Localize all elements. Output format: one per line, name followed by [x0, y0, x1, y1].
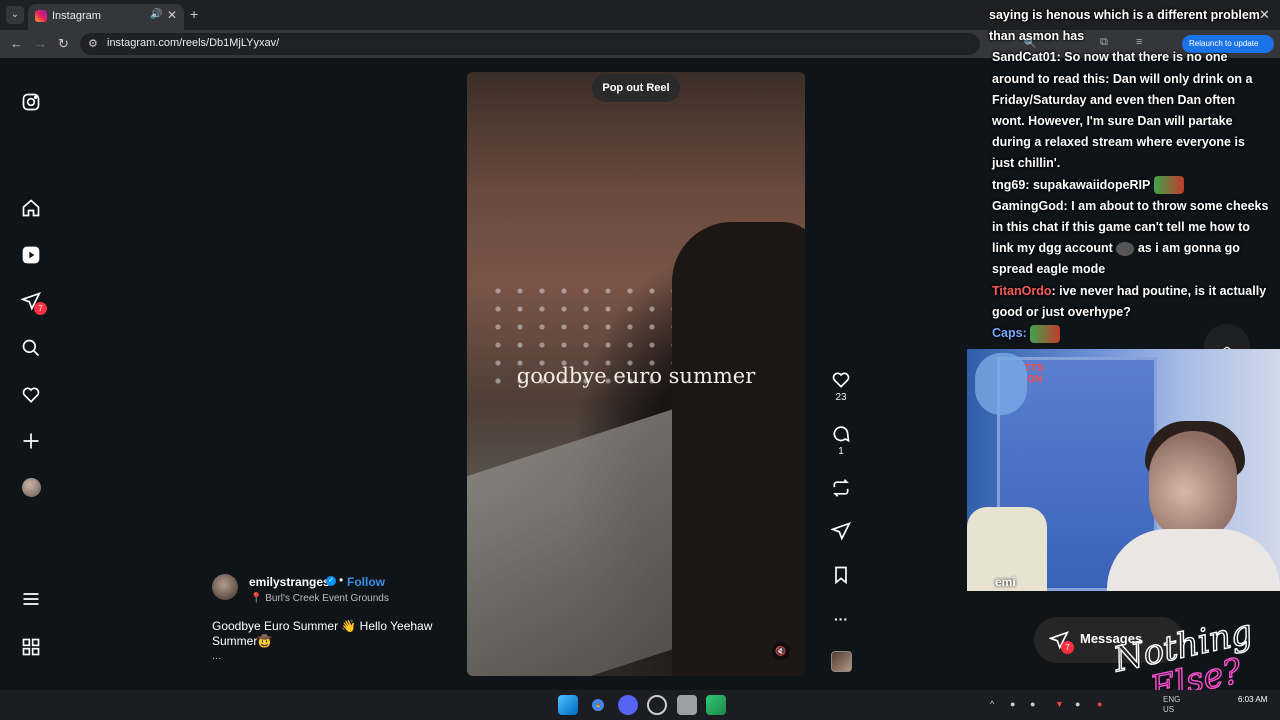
webcam-overlay: TTS ON emi: [967, 349, 1280, 591]
like-count: 23: [835, 392, 847, 403]
stream-logo-overlay: Nothing Else?: [1109, 620, 1257, 700]
repost-button[interactable]: [830, 478, 852, 498]
speaker-icon[interactable]: 🔊: [150, 9, 162, 20]
tts-text: TTS: [1025, 363, 1044, 374]
mute-icon[interactable]: 🔇: [772, 642, 790, 660]
app-green-icon[interactable]: [706, 695, 726, 715]
person-silhouette: [672, 222, 805, 676]
post-caption: Goodbye Euro Summer 👋 Hello Yeehaw Summe…: [212, 619, 433, 648]
reels-icon[interactable]: [20, 244, 42, 266]
steam-icon[interactable]: ●: [1030, 699, 1035, 709]
emote-icon: [1030, 324, 1061, 343]
separator-dot: •: [339, 573, 344, 587]
bookmark-icon: [835, 566, 847, 585]
reload-icon[interactable]: ↻: [58, 36, 69, 52]
streamer-body: [1107, 529, 1280, 591]
brave-icon[interactable]: ▼: [1055, 699, 1064, 709]
language-indicator[interactable]: ENG US: [1163, 695, 1180, 715]
author-avatar[interactable]: [212, 574, 238, 600]
discord-icon[interactable]: [618, 695, 638, 715]
tray-app-icon[interactable]: ●: [1097, 699, 1102, 709]
tab-title: Instagram: [52, 10, 101, 22]
location-text[interactable]: Burl's Creek Event Grounds: [265, 593, 389, 604]
tray-chevron-icon[interactable]: ^: [990, 699, 994, 709]
chat-user: Caps:: [992, 326, 1027, 341]
instagram-logo-icon[interactable]: [20, 91, 42, 113]
close-tab-icon[interactable]: ✕: [167, 8, 177, 22]
search-icon[interactable]: [20, 337, 42, 359]
comment-button[interactable]: 1: [830, 424, 852, 457]
chrome-icon[interactable]: [588, 695, 608, 715]
comment-icon: [833, 426, 850, 443]
site-info-icon[interactable]: ⚙: [88, 37, 98, 50]
lang-2: US: [1163, 705, 1175, 714]
verified-icon: ✓: [326, 576, 336, 586]
chat-user: TitanOrdo: [992, 283, 1052, 298]
tab-instagram[interactable]: Instagram 🔊 ✕: [28, 4, 184, 30]
menu-icon[interactable]: [20, 588, 42, 610]
obs-icon[interactable]: [647, 695, 667, 715]
back-icon[interactable]: ←: [10, 36, 23, 51]
heart-icon[interactable]: [20, 384, 42, 406]
chat-text: So now that there is no one around to re…: [992, 50, 1253, 171]
comment-count: 1: [838, 446, 844, 457]
chat-line: tng69: supakawaiidopeRIP: [989, 175, 1269, 196]
share-icon: [831, 522, 851, 541]
tab-search-icon[interactable]: ⌄: [6, 6, 24, 24]
location-pin-icon: 📍: [250, 593, 263, 604]
repost-icon: [833, 479, 849, 497]
create-icon[interactable]: [20, 430, 42, 452]
emote-icon: [1116, 241, 1135, 256]
stone-wall-decor: [467, 407, 677, 676]
clock[interactable]: 6:03 AM: [1238, 695, 1267, 705]
left-nav: 7: [0, 58, 64, 690]
taskbar: ^ ● ● ▼ ● ● 6:03 AM ENG US: [0, 690, 1280, 720]
new-tab-button[interactable]: +: [190, 6, 198, 22]
start-icon[interactable]: [558, 695, 578, 715]
chat-line: TitanOrdo: ive never had poutine, is it …: [989, 281, 1269, 323]
chat-line: SandCat01: So now that there is no one a…: [989, 47, 1269, 174]
chat-line: saying is henous which is a different pr…: [989, 5, 1269, 47]
like-button[interactable]: 23: [830, 370, 852, 403]
caption-more[interactable]: ...: [212, 650, 221, 662]
stream-chat-overlay: saying is henous which is a different pr…: [989, 0, 1269, 350]
location-label[interactable]: 📍 Burl's Creek Event Grounds: [250, 593, 389, 604]
notification-badge: 7: [34, 302, 47, 315]
share-button[interactable]: [830, 521, 852, 541]
audio-thumbnail[interactable]: [831, 651, 852, 672]
chat-text: supakawaiidopeRIP: [1029, 177, 1151, 192]
sticker-decor: [975, 353, 1027, 415]
like-icon: [832, 372, 850, 388]
home-icon[interactable]: [20, 197, 42, 219]
omnibox[interactable]: ⚙ instagram.com/reels/Db1MjLYyxav/: [80, 33, 980, 55]
more-apps-icon[interactable]: [20, 636, 42, 658]
tts-label: TTS ON: [1025, 363, 1044, 385]
save-button[interactable]: [830, 565, 852, 585]
profile-avatar[interactable]: [22, 478, 41, 497]
emote-icon: [1153, 176, 1184, 195]
app-icon[interactable]: [677, 695, 697, 715]
author-username[interactable]: emilystranges: [249, 575, 330, 589]
chat-user: GamingGod:: [992, 198, 1068, 213]
tray-app-icon[interactable]: ●: [1075, 699, 1080, 709]
instagram-favicon-icon: [35, 10, 47, 22]
reel-overlay-text: goodbye euro summer: [516, 364, 756, 388]
chat-line: GamingGod: I am about to throw some chee…: [989, 196, 1269, 281]
follow-button[interactable]: Follow: [347, 575, 385, 589]
lang-1: ENG: [1163, 695, 1181, 704]
forward-icon[interactable]: →: [34, 36, 47, 51]
popout-reel-button[interactable]: Pop out Reel: [592, 74, 680, 102]
chat-user: SandCat01:: [992, 50, 1061, 65]
tts-on-text: ON: [1026, 374, 1042, 385]
url-text[interactable]: instagram.com/reels/Db1MjLYyxav/: [107, 37, 279, 49]
more-options-icon[interactable]: ···: [830, 611, 852, 627]
clock-time: 6:03 AM: [1238, 695, 1268, 704]
close-icon[interactable]: ✕: [1259, 7, 1270, 23]
messages-badge: 7: [1061, 641, 1074, 654]
dog-label: emi: [995, 575, 1016, 589]
chat-text: saying is henous which is a different pr…: [989, 8, 1260, 44]
chat-user: tng69:: [992, 177, 1030, 192]
tray-app-icon[interactable]: ●: [1010, 699, 1015, 709]
streamer-face: [1149, 431, 1237, 541]
